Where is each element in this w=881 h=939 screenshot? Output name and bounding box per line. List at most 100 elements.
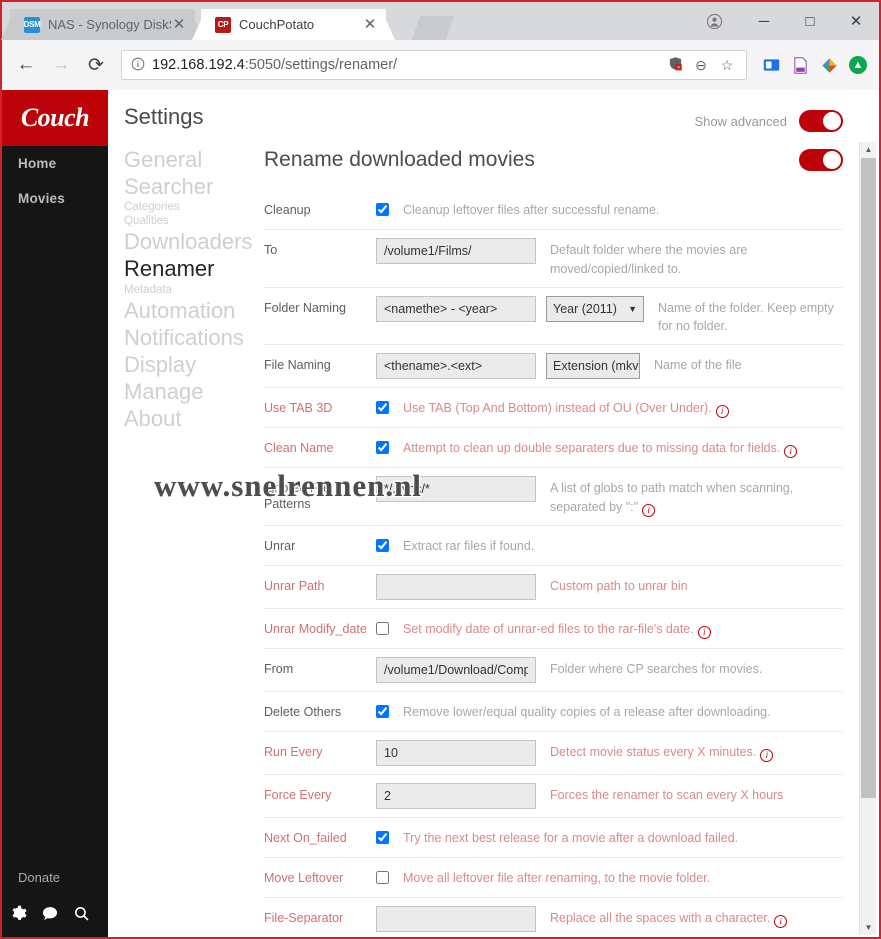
- new-tab-button[interactable]: [412, 16, 454, 40]
- row-hint: Extract rar files if found.: [403, 538, 535, 553]
- scroll-down-arrow-icon[interactable]: ▼: [860, 920, 877, 935]
- zoom-out-icon[interactable]: ⊖: [688, 57, 714, 74]
- forward-icon[interactable]: →: [45, 49, 77, 81]
- row-control[interactable]: [376, 534, 403, 557]
- url-text[interactable]: 192.168.192.4:5050/settings/renamer/: [148, 57, 662, 73]
- settings-nav-downloaders[interactable]: Downloaders: [124, 228, 264, 255]
- folder-naming-input[interactable]: [376, 295, 536, 322]
- info-icon[interactable]: i: [715, 405, 729, 418]
- run-every-input[interactable]: [376, 739, 536, 766]
- maximize-button[interactable]: □: [787, 2, 833, 40]
- row-next-on-failed: Next On_failed Try the next best release…: [264, 816, 843, 857]
- info-icon[interactable]: i: [784, 445, 798, 458]
- minimize-button[interactable]: ─: [741, 2, 787, 40]
- scrollbar-thumb[interactable]: [861, 158, 876, 798]
- cleanup-checkbox[interactable]: [376, 203, 389, 216]
- move-leftover-checkbox[interactable]: [376, 870, 389, 884]
- settings-nav-metadata[interactable]: Metadata: [124, 283, 264, 297]
- settings-nav-automation[interactable]: Automation: [124, 297, 264, 324]
- file-separator-input[interactable]: [376, 905, 536, 932]
- settings-nav-notifications[interactable]: Notifications: [124, 324, 264, 351]
- file-naming-select[interactable]: Extension (mkv)▼: [546, 353, 640, 379]
- pdf-icon[interactable]: [787, 52, 813, 78]
- delete-others-checkbox[interactable]: [376, 704, 389, 718]
- row-control[interactable]: [376, 198, 403, 221]
- folder-naming-select[interactable]: Year (2011) ▼: [546, 295, 644, 322]
- to-input[interactable]: [376, 238, 536, 264]
- chat-icon[interactable]: [41, 905, 59, 927]
- section-header: Rename downloaded movies: [264, 134, 843, 190]
- row-hint: Move all leftover file after renaming, t…: [403, 870, 711, 885]
- settings-nav-about[interactable]: About: [124, 405, 264, 432]
- settings-nav-searcher[interactable]: Searcher: [124, 173, 264, 200]
- show-advanced-toggle[interactable]: [799, 110, 843, 132]
- row-control[interactable]: [376, 656, 550, 683]
- row-control[interactable]: [376, 573, 550, 600]
- from-input[interactable]: [376, 656, 536, 683]
- upload-icon[interactable]: ▲: [845, 52, 871, 78]
- sidebar-item-home[interactable]: Home: [2, 146, 108, 181]
- row-control[interactable]: [376, 396, 403, 419]
- row-control[interactable]: [376, 238, 550, 264]
- row-control[interactable]: [376, 739, 550, 766]
- profile-icon[interactable]: [687, 2, 741, 40]
- row-control[interactable]: [376, 905, 550, 932]
- tab-close-icon[interactable]: ✕: [171, 16, 187, 33]
- row-hint: Name of the file: [654, 358, 742, 372]
- row-control[interactable]: [376, 700, 403, 723]
- next-on-failed-checkbox[interactable]: [376, 830, 389, 844]
- hint-text: Use TAB (Top And Bottom) instead of OU (…: [403, 401, 712, 415]
- row-control[interactable]: [376, 436, 403, 459]
- couchpotato-logo[interactable]: Couch: [2, 90, 108, 146]
- page-scrollbar[interactable]: ▲ ▼: [859, 142, 876, 935]
- reload-icon[interactable]: ⟳: [80, 49, 112, 81]
- tab-right-edge: [381, 9, 395, 40]
- row-label: Cleanup: [264, 203, 311, 217]
- settings-nav-general[interactable]: General: [124, 146, 264, 173]
- info-icon[interactable]: i: [760, 748, 774, 762]
- row-control[interactable]: [376, 866, 403, 889]
- browser-tab-couchpotato[interactable]: CP CouchPotato ✕: [192, 9, 395, 40]
- page-title: Settings: [124, 104, 204, 129]
- tab-close-icon[interactable]: ✕: [362, 16, 378, 33]
- unrar-modify-date-checkbox[interactable]: [376, 621, 389, 635]
- sidebar-item-movies[interactable]: Movies: [2, 181, 108, 216]
- address-bar[interactable]: 192.168.192.4:5050/settings/renamer/ × ⊖…: [121, 50, 747, 80]
- settings-nav-renamer[interactable]: Renamer: [124, 255, 264, 282]
- row-control[interactable]: [376, 782, 550, 809]
- row-control[interactable]: [376, 617, 403, 640]
- ignored-file-patterns-input[interactable]: [376, 476, 536, 502]
- browser-tab-nas[interactable]: DSM NAS - Synology DiskStati ✕: [1, 9, 204, 40]
- settings-nav-manage[interactable]: Manage: [124, 378, 264, 405]
- unrar-path-input[interactable]: [376, 573, 536, 600]
- row-control[interactable]: [376, 476, 550, 502]
- settings-nav-categories[interactable]: Categories: [124, 200, 264, 214]
- row-label: Delete Others: [264, 704, 342, 719]
- gear-icon[interactable]: [10, 905, 27, 927]
- info-icon[interactable]: i: [774, 914, 788, 928]
- blocked-shield-icon[interactable]: ×: [662, 56, 688, 74]
- show-advanced-control[interactable]: Show advanced: [694, 110, 843, 132]
- bookmark-star-icon[interactable]: ☆: [714, 57, 740, 74]
- settings-nav-display[interactable]: Display: [124, 351, 264, 378]
- info-icon[interactable]: [128, 57, 148, 74]
- settings-nav-qualities[interactable]: Qualities: [124, 214, 264, 228]
- info-icon[interactable]: i: [642, 503, 656, 517]
- file-naming-input[interactable]: [376, 353, 536, 379]
- row-control[interactable]: [376, 826, 403, 849]
- force-every-input[interactable]: [376, 782, 536, 809]
- close-button[interactable]: ✕: [833, 2, 879, 40]
- drive-icon[interactable]: [816, 52, 842, 78]
- unrar-checkbox[interactable]: [376, 538, 389, 552]
- tab-title: NAS - Synology DiskStati: [48, 17, 171, 32]
- use-tab-3d-checkbox[interactable]: [376, 401, 389, 414]
- scroll-up-arrow-icon[interactable]: ▲: [860, 142, 877, 157]
- back-icon[interactable]: ←: [10, 49, 42, 81]
- clean-name-checkbox[interactable]: [376, 441, 389, 454]
- info-icon[interactable]: i: [697, 625, 711, 639]
- donate-link[interactable]: Donate: [18, 870, 60, 885]
- renamer-enabled-toggle[interactable]: [799, 149, 843, 171]
- row-hint: Try the next best release for a movie af…: [403, 830, 739, 845]
- search-icon[interactable]: [73, 905, 90, 927]
- pocket-icon[interactable]: [758, 52, 784, 78]
